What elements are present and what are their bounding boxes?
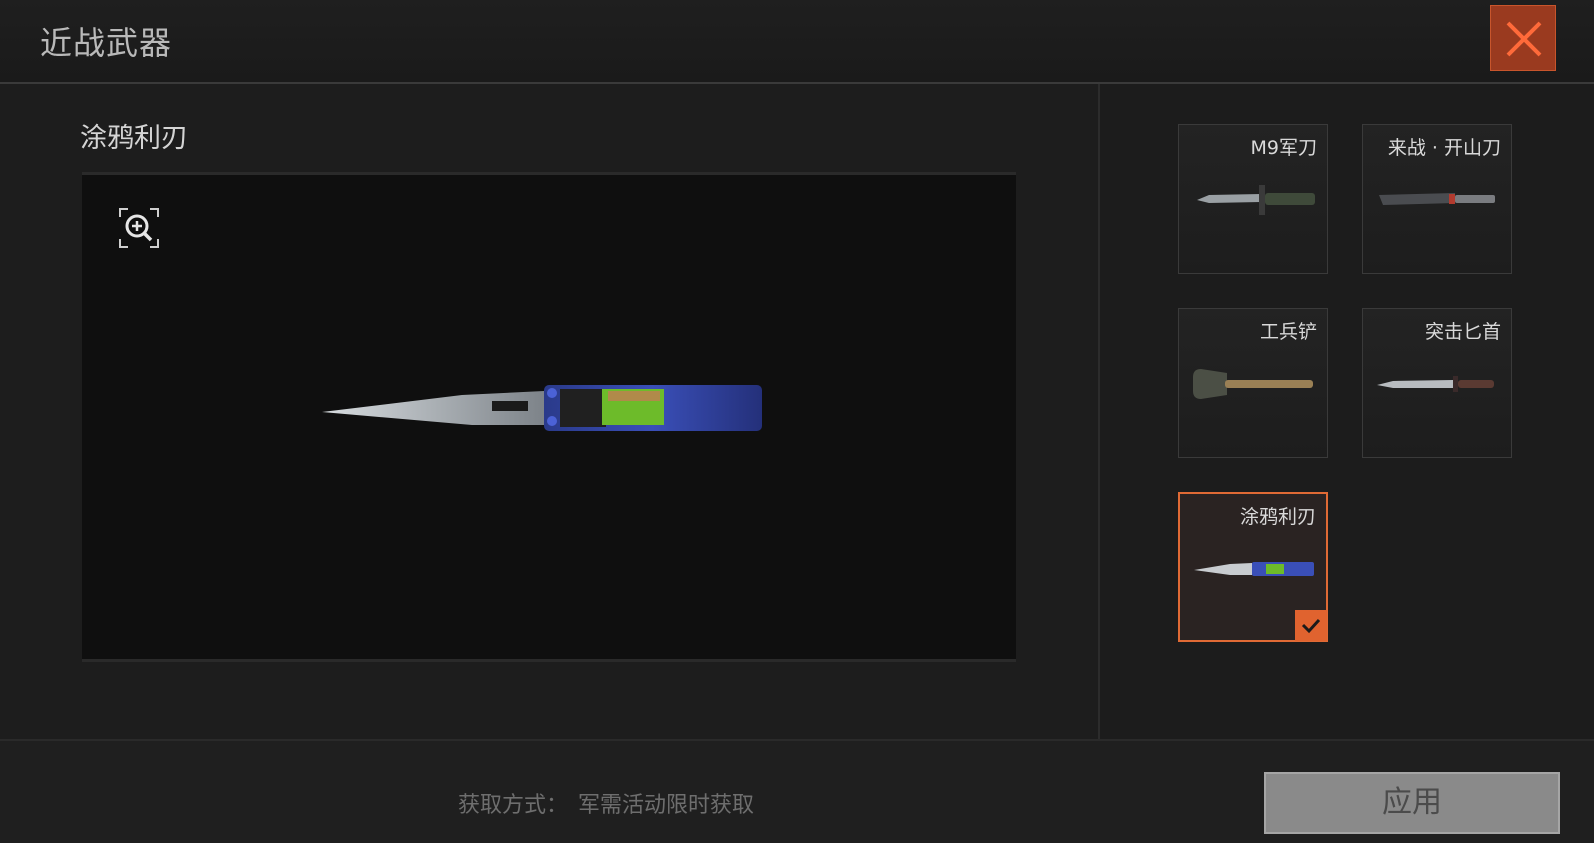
zoom-button[interactable]: [118, 207, 160, 249]
page-title: 近战武器: [40, 24, 173, 62]
weapon-card-shovel[interactable]: 工兵铲: [1178, 308, 1328, 458]
close-button[interactable]: [1490, 5, 1556, 71]
weapon-card-label: 突击匕首: [1424, 321, 1501, 343]
selected-checkmark: [1295, 610, 1327, 641]
zoom-in-icon: [119, 208, 159, 248]
weapon-preview-viewport[interactable]: [82, 172, 1016, 662]
weapon-card-graffiti-blade[interactable]: 涂鸦利刃: [1178, 492, 1328, 642]
header-bar: 近战武器: [0, 0, 1594, 84]
weapon-card-dagger[interactable]: 突击匕首: [1362, 308, 1512, 458]
m9-bayonet-image: [1197, 185, 1315, 215]
weapon-list-panel: [1100, 84, 1594, 739]
entrenching-shovel-image: [1193, 369, 1313, 399]
weapon-card-m9[interactable]: M9军刀: [1178, 124, 1328, 274]
weapon-card-machete[interactable]: 来战 · 开山刀: [1362, 124, 1512, 274]
assault-dagger-image: [1377, 376, 1494, 392]
close-x-icon: [1506, 21, 1542, 57]
machete-image: [1379, 193, 1495, 205]
weapon-card-label: 来战 · 开山刀: [1387, 137, 1501, 159]
acquire-method-label: 获取方式：: [458, 793, 569, 818]
graffiti-blade-knife-image: [322, 385, 762, 431]
apply-button[interactable]: 应用: [1264, 772, 1560, 834]
graffiti-blade-thumbnail: [1194, 562, 1314, 576]
footer-bar: 获取方式： 军需活动限时获取 应用: [0, 739, 1594, 843]
weapon-card-label: M9军刀: [1250, 137, 1317, 159]
selected-weapon-name: 涂鸦利刃: [80, 123, 188, 154]
acquire-method-value: 军需活动限时获取: [578, 793, 755, 818]
weapon-card-label: 涂鸦利刃: [1239, 506, 1316, 528]
weapon-card-label: 工兵铲: [1259, 321, 1317, 343]
checkmark-icon: [1301, 618, 1321, 634]
